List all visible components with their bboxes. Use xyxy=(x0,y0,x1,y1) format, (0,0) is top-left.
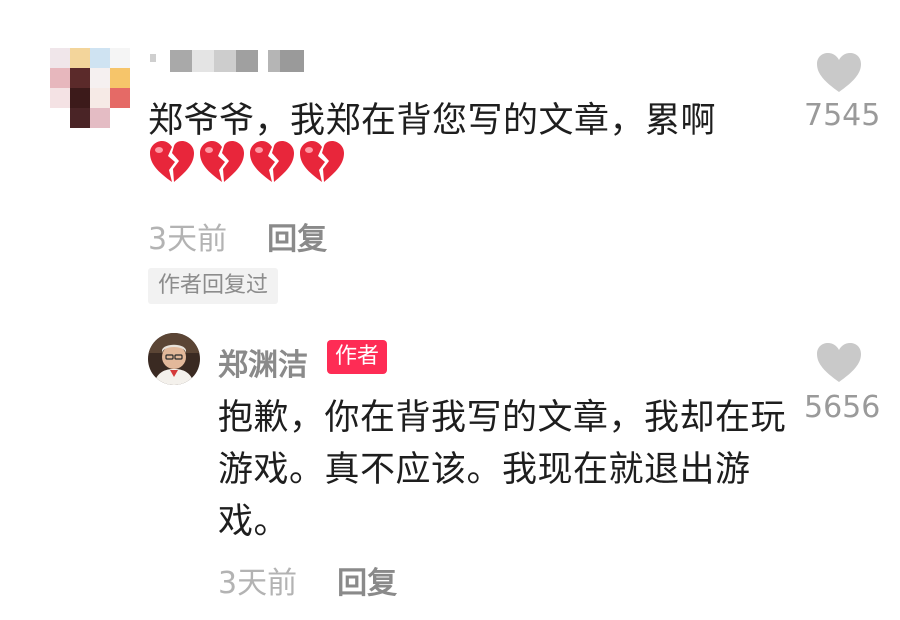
author-avatar[interactable] xyxy=(148,333,200,385)
comment-emoji-row xyxy=(148,140,348,184)
comment-meta: 3天前 回复 xyxy=(148,214,327,258)
comment-time: 3天前 xyxy=(148,222,228,257)
broken-heart-icon xyxy=(300,141,344,182)
commenter-username[interactable] xyxy=(150,50,304,72)
author-username[interactable]: 郑渊洁 xyxy=(218,340,308,384)
reply-meta: 3天前 回复 xyxy=(218,558,397,602)
broken-heart-icon xyxy=(150,141,194,182)
reply-text: 抱歉，你在背我写的文章，我却在玩游戏。真不应该。我现在就退出游戏。 xyxy=(218,398,787,542)
commenter-avatar[interactable] xyxy=(50,48,130,128)
author-badge: 作者 xyxy=(327,340,388,374)
reply-button[interactable]: 回复 xyxy=(267,222,327,257)
heart-icon[interactable] xyxy=(816,342,862,384)
reply-time: 3天前 xyxy=(218,566,298,601)
reply-to-reply-button[interactable]: 回复 xyxy=(337,566,397,601)
comment-text: 郑爷爷，我郑在背您写的文章，累啊 xyxy=(148,101,717,141)
like-count: 7545 xyxy=(804,98,881,133)
heart-icon[interactable] xyxy=(816,52,862,94)
broken-heart-icon xyxy=(200,141,244,182)
broken-heart-icon xyxy=(250,141,294,182)
reply-like-count: 5656 xyxy=(804,390,881,425)
author-replied-badge[interactable]: 作者回复过 xyxy=(148,268,279,304)
